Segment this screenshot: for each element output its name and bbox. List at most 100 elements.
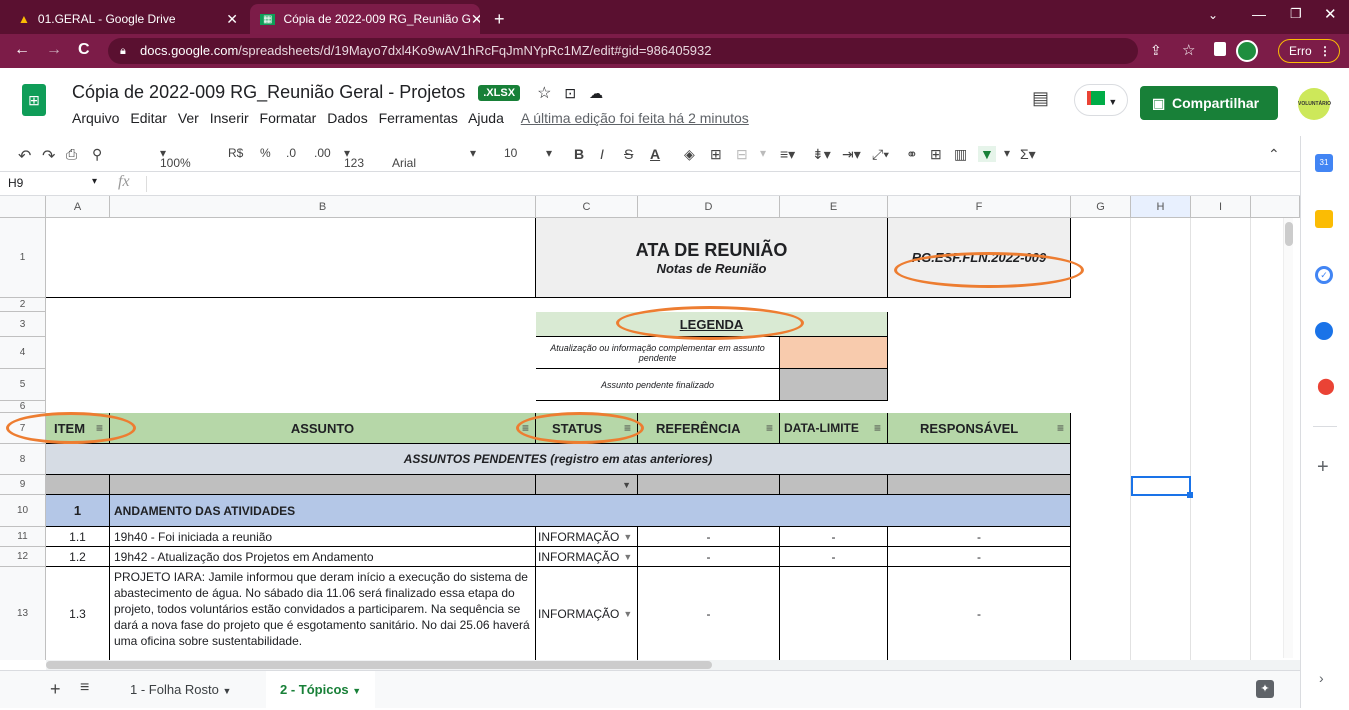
item-subject[interactable]: PROJETO IARA: Jamile informou que deram … [110,567,536,660]
align-icon[interactable]: ≡▾ [780,146,795,163]
text-color-icon[interactable]: A [650,146,660,162]
account-avatar[interactable]: VOLUNTÁRIO [1298,88,1331,120]
menu-arquivo[interactable]: Arquivo [72,110,119,126]
row-header[interactable]: 3 [0,312,46,337]
spreadsheet-grid[interactable]: A B C D E F G H I 1 2 3 4 5 6 7 8 9 10 1… [0,196,1300,660]
row-header[interactable]: 11 [0,527,46,547]
url-field[interactable]: 🔒︎ docs.google.com/spreadsheets/d/19Mayo… [108,38,1138,64]
column-header[interactable]: H [1131,196,1191,218]
currency-button[interactable]: R$ [228,146,243,160]
column-header[interactable]: I [1191,196,1251,218]
fill-handle[interactable] [1187,492,1193,498]
filter-chevron-icon[interactable]: ▾ [1004,146,1010,160]
contacts-icon[interactable] [1315,322,1333,340]
close-window-icon[interactable]: ✕ [1324,5,1337,23]
header-assunto[interactable]: ASSUNTO ≡ [110,413,536,444]
filter-icon[interactable]: ▼ [978,146,996,162]
header-data-limite[interactable]: DATA-LIMITE ≡ [780,413,888,444]
comments-icon[interactable]: ▤ [1032,88,1049,109]
menu-ver[interactable]: Ver [178,110,199,126]
status-dropdown[interactable]: INFORMAÇÃO ▼ [536,547,638,567]
share-page-icon[interactable]: ⇪ [1150,42,1162,59]
selected-cell-h9[interactable] [1131,476,1191,496]
section-title[interactable]: ANDAMENTO DAS ATIVIDADES [110,495,1071,527]
row-header[interactable]: 6 [0,401,46,413]
valign-icon[interactable]: ⇟▾ [812,146,831,163]
strikethrough-icon[interactable]: S [624,146,633,162]
chevron-down-icon[interactable]: ▼ [352,686,361,696]
pending-header[interactable]: ASSUNTOS PENDENTES (registro em atas ant… [46,444,1071,475]
empty-column-i[interactable] [1191,218,1251,660]
comment-icon[interactable]: ⊞ [930,146,942,163]
status-dropdown[interactable]: INFORMAÇÃO ▼ [536,567,638,660]
table-cell[interactable] [46,475,110,495]
column-header[interactable]: A [46,196,110,218]
header-responsavel[interactable]: RESPONSÁVEL ≡ [888,413,1071,444]
chevron-down-icon[interactable]: ▼ [623,552,632,562]
item-responsible[interactable]: - [888,547,1071,567]
font-size-chevron-icon[interactable]: ▾ [546,146,552,160]
item-responsible[interactable]: - [888,567,1071,660]
fill-color-icon[interactable]: ◈ [684,146,695,163]
vertical-scrollbar[interactable] [1283,218,1293,658]
back-icon[interactable]: ← [14,41,30,59]
cell-ref[interactable]: H9 [8,176,23,190]
row-header[interactable]: 4 [0,337,46,369]
horizontal-scrollbar[interactable] [46,660,1300,670]
italic-icon[interactable]: I [600,146,604,162]
column-header[interactable]: D [638,196,780,218]
legend-swatch-gray[interactable] [780,369,888,401]
explore-icon[interactable]: ✦ [1256,680,1274,698]
column-header[interactable]: F [888,196,1071,218]
column-header[interactable]: B [110,196,536,218]
paint-format-icon[interactable]: ⚲ [92,146,102,163]
sidebar-icon[interactable] [1214,42,1226,56]
maps-icon[interactable]: ⬤ [1317,376,1335,396]
legend-item-finished[interactable]: Assunto pendente finalizado [536,369,780,401]
table-cell[interactable] [110,475,536,495]
print-icon[interactable]: ⎙ [66,146,77,163]
item-number[interactable]: 1.1 [46,527,110,547]
zoom-select[interactable]: 100% ▾ [160,146,191,170]
close-icon[interactable]: ✕ [226,11,238,28]
table-cell[interactable] [780,475,888,495]
forward-icon[interactable]: → [46,41,62,59]
error-button[interactable]: Erro ⋮ [1278,39,1340,63]
wrap-icon[interactable]: ⇥▾ [842,146,861,163]
bold-icon[interactable]: B [574,146,584,162]
font-size-select[interactable]: 10 [504,146,517,160]
keep-icon[interactable] [1315,210,1333,228]
close-icon[interactable]: ✕ [471,11,480,28]
borders-icon[interactable]: ⊞ [710,146,722,163]
browser-tab-drive[interactable]: ▲ 01.GERAL - Google Drive ✕ [8,4,248,34]
item-responsible[interactable]: - [888,527,1071,547]
scrollbar-thumb[interactable] [1285,222,1293,246]
status-dropdown[interactable]: INFORMAÇÃO ▼ [536,527,638,547]
tasks-icon[interactable]: ✓ [1315,266,1333,284]
row-header[interactable]: 9 [0,475,46,495]
meet-button[interactable]: ▼ [1074,84,1128,116]
item-deadline[interactable] [780,567,888,660]
section-number[interactable]: 1 [46,495,110,527]
row-header[interactable]: 12 [0,547,46,567]
browser-tab-sheets[interactable]: ▦ Cópia de 2022-009 RG_Reunião G ✕ [250,4,480,34]
menu-editar[interactable]: Editar [130,110,167,126]
chevron-down-icon[interactable]: ▼ [623,532,632,542]
move-icon[interactable]: ⊡ [564,85,576,101]
column-header[interactable]: E [780,196,888,218]
status-dropdown[interactable]: ▼ [536,475,638,495]
chevron-down-icon[interactable]: ▾ [92,176,97,187]
sheets-logo-icon[interactable]: ⊞ [22,84,46,116]
star-icon[interactable]: ☆ [537,85,551,102]
functions-icon[interactable]: Σ▾ [1020,146,1036,163]
last-edit-link[interactable]: A última edição foi feita há 2 minutos [521,110,749,126]
reload-icon[interactable]: C [78,41,90,59]
row-header[interactable]: 13 [0,567,46,660]
redo-icon[interactable]: ↷ [42,146,55,166]
restore-icon[interactable]: ❐ [1290,6,1302,22]
chart-icon[interactable]: ▥ [954,146,967,163]
table-cell[interactable] [638,475,780,495]
add-addon-icon[interactable]: + [1317,456,1329,479]
chevron-down-icon[interactable]: ⌄ [1208,8,1218,22]
undo-icon[interactable]: ↶ [18,146,31,166]
